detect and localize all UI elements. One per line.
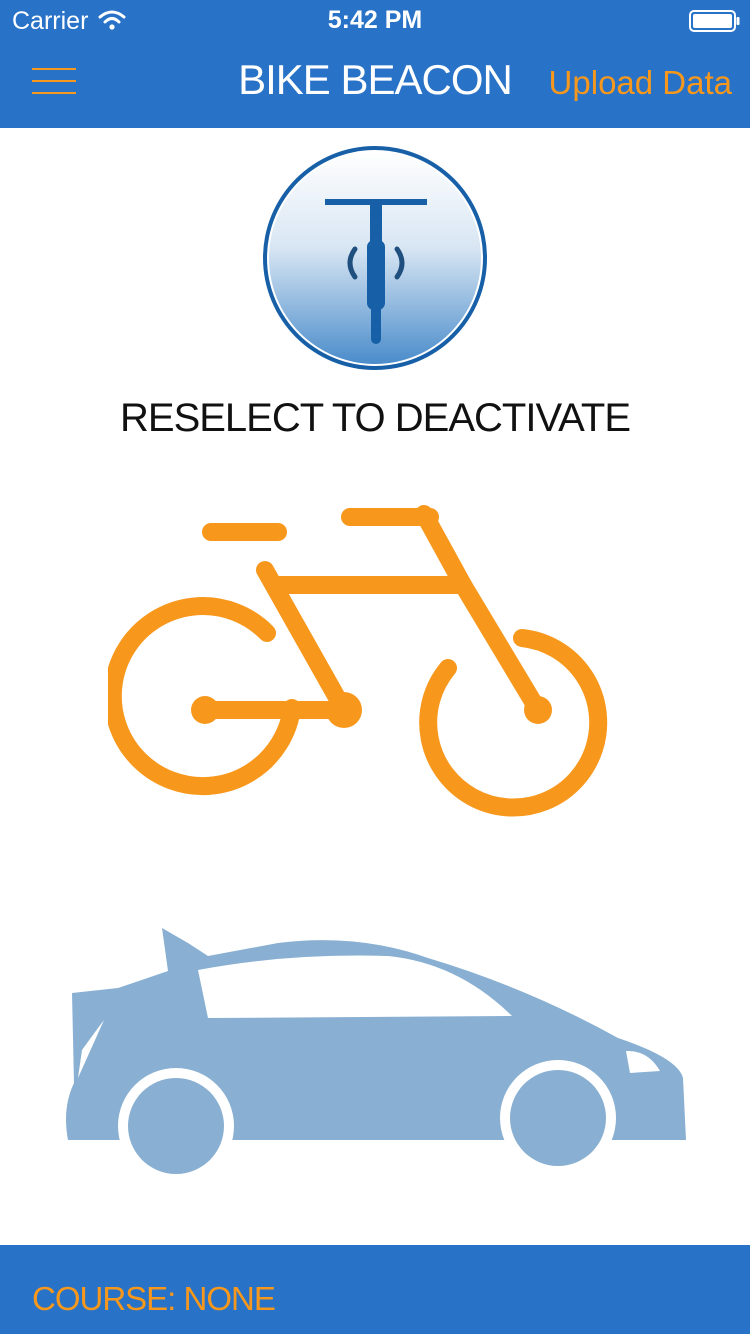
beacon-status-caption: RESELECT TO DEACTIVATE — [120, 396, 631, 440]
status-time: 5:42 PM — [327, 6, 423, 34]
upload-data-button[interactable]: Upload Data — [549, 64, 732, 102]
menu-bar-bottom — [32, 92, 76, 94]
status-bar: Carrier 5:42 PM — [0, 0, 750, 40]
bicycle-icon[interactable] — [108, 498, 638, 818]
car-icon[interactable] — [58, 918, 698, 1178]
hamburger-menu-icon[interactable] — [22, 58, 86, 104]
battery-icon — [689, 10, 740, 32]
course-status-label: COURSE: NONE — [32, 1280, 276, 1317]
menu-bar-top — [32, 68, 76, 70]
app-title: BIKE BEACON — [238, 56, 513, 103]
bike-beacon-icon[interactable] — [261, 144, 489, 372]
menu-bar-middle — [32, 80, 76, 82]
